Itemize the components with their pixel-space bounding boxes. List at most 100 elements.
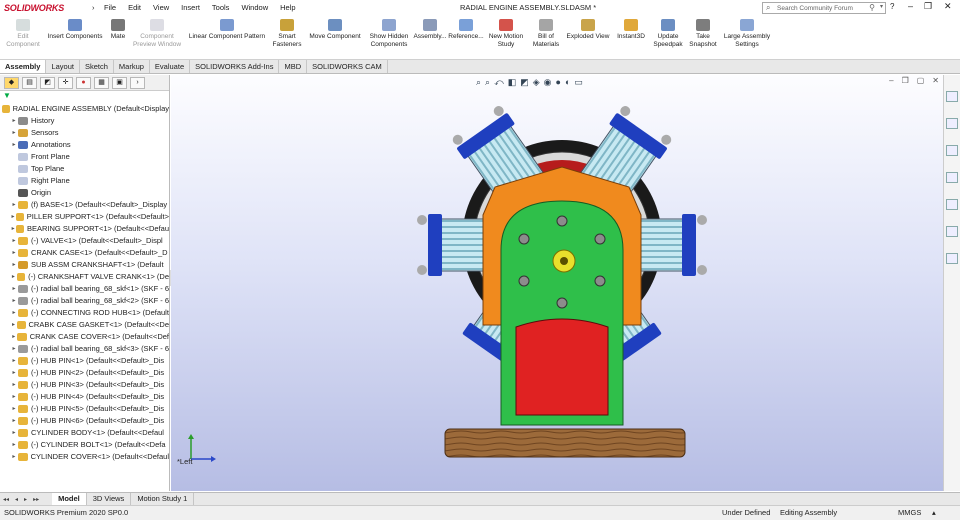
scroll-last-icon[interactable]: ▸▸ [30, 496, 42, 503]
bill-of-materials-button[interactable]: Bill of Materials [528, 18, 564, 49]
chevron-down-icon[interactable]: ▾ [880, 3, 883, 10]
scroll-next-icon[interactable]: ▸ [21, 496, 30, 503]
view-palette-icon[interactable] [946, 172, 958, 183]
cam-tree-tab-icon[interactable]: ▣ [112, 76, 127, 89]
design-library-icon[interactable] [946, 118, 958, 129]
file-explorer-icon[interactable] [946, 145, 958, 156]
edit-component-button[interactable]: Edit Component [4, 18, 42, 49]
show-hidden-components-button[interactable]: Show Hidden Components [366, 18, 412, 49]
tree-item[interactable]: ▸ (-) radial ball bearing_68_skf<1> (SKF … [2, 283, 169, 295]
tab-markup[interactable]: Markup [114, 60, 150, 73]
update-speedpak-button[interactable]: Update Speedpak [650, 18, 686, 49]
linear-component-pattern-button[interactable]: Linear Component Pattern [184, 18, 270, 41]
expand-arrow-icon[interactable]: ▸ [10, 259, 18, 271]
tree-item[interactable]: ▸ (-) HUB PIN<1> (Default<<Default>_Dis [2, 355, 169, 367]
component-preview-window-button[interactable]: Component Preview Window [130, 18, 184, 49]
tree-item[interactable]: ▸ (-) VALVE<1> (Default<<Default>_Displ [2, 235, 169, 247]
tree-item[interactable]: Top Plane [2, 163, 169, 175]
tree-item[interactable]: ▸ (-) HUB PIN<6> (Default<<Default>_Dis [2, 415, 169, 427]
tree-item[interactable]: ▸ (-) CYLINDER BOLT<1> (Default<<Defa [2, 439, 169, 451]
tree-item[interactable]: ▸ History [2, 115, 169, 127]
tree-item[interactable]: ▸ CYLINDER COVER<1> (Default<<Defaul [2, 451, 169, 463]
tab-evaluate[interactable]: Evaluate [150, 60, 191, 73]
tree-item[interactable]: Right Plane [2, 175, 169, 187]
new-motion-study-button[interactable]: New Motion Study [485, 18, 527, 49]
expand-arrow-icon[interactable]: ▸ [10, 283, 18, 295]
solidworks-resources-icon[interactable] [946, 91, 958, 102]
expand-arrow-icon[interactable]: ▸ [10, 379, 18, 391]
expand-arrow-icon[interactable]: ▸ [10, 235, 18, 247]
minimize-icon[interactable]: – [908, 1, 913, 11]
large-assembly-settings-button[interactable]: Large Assembly Settings [720, 18, 774, 49]
tree-item[interactable]: ▸ (-) CRANKSHAFT VALVE CRANK<1> (De [2, 271, 169, 283]
tree-item[interactable]: ▸ (-) radial ball bearing_68_skf<2> (SKF … [2, 295, 169, 307]
tree-item[interactable]: ▸ Sensors [2, 127, 169, 139]
tree-item[interactable]: Origin [2, 187, 169, 199]
configuration-manager-tab-icon[interactable]: ◩ [40, 76, 55, 89]
close-icon[interactable]: ✕ [944, 1, 952, 12]
tab-cam[interactable]: SOLIDWORKS CAM [307, 60, 388, 73]
expand-panel-icon[interactable]: › [130, 76, 145, 89]
menu-help[interactable]: Help [274, 0, 301, 16]
expand-arrow-icon[interactable]: ▸ [10, 391, 18, 403]
help-icon[interactable]: ? [890, 2, 894, 11]
menu-edit[interactable]: Edit [122, 0, 147, 16]
reference-geometry-button[interactable]: Reference... [447, 18, 485, 41]
menu-insert[interactable]: Insert [175, 0, 206, 16]
tree-item[interactable]: ▸ (-) HUB PIN<3> (Default<<Default>_Dis [2, 379, 169, 391]
expand-arrow-icon[interactable]: ▸ [10, 331, 17, 343]
smart-fasteners-button[interactable]: Smart Fasteners [270, 18, 304, 49]
expand-arrow-icon[interactable]: ▸ [10, 355, 18, 367]
tree-item[interactable]: ▸ BEARING SUPPORT<1> (Default<<Defau [2, 223, 169, 235]
menu-window[interactable]: Window [235, 0, 274, 16]
expand-arrow-icon[interactable]: ▸ [10, 415, 18, 427]
forum-icon[interactable] [946, 253, 958, 264]
instant3d-button[interactable]: Instant3D [614, 18, 648, 41]
search-input[interactable]: ⌕ Search Community Forum ⚲ ▾ [762, 2, 886, 14]
tab-assembly[interactable]: Assembly [0, 60, 47, 73]
expand-arrow-icon[interactable]: ▸ [10, 403, 18, 415]
expand-arrow-icon[interactable]: ▸ [10, 319, 17, 331]
tree-item[interactable]: ▸ (-) CONNECTING ROD HUB<1> (Default [2, 307, 169, 319]
tree-root[interactable]: RADIAL ENGINE ASSEMBLY (Default<Display [2, 103, 169, 115]
tree-item[interactable]: ▸ (-) radial ball bearing_68_skf<3> (SKF … [2, 343, 169, 355]
tab-layout[interactable]: Layout [46, 60, 80, 73]
tree-item[interactable]: ▸ SUB ASSM CRANKSHAFT<1> (Default [2, 259, 169, 271]
pin-icon[interactable]: › [86, 0, 98, 16]
scroll-prev-icon[interactable]: ◂ [12, 496, 21, 503]
restore-icon[interactable]: ❐ [924, 1, 932, 12]
expand-arrow-icon[interactable]: ▸ [10, 139, 18, 151]
take-snapshot-button[interactable]: Take Snapshot [686, 18, 720, 49]
tree-item[interactable]: ▸ CRANK CASE<1> (Default<<Default>_D [2, 247, 169, 259]
tab-motion-study[interactable]: Motion Study 1 [131, 493, 195, 505]
expand-arrow-icon[interactable]: ▸ [10, 199, 18, 211]
menu-file[interactable]: File [98, 0, 122, 16]
expand-arrow-icon[interactable]: ▸ [10, 115, 18, 127]
tree-item[interactable]: Front Plane [2, 151, 169, 163]
assembly-features-button[interactable]: Assembly... [413, 18, 447, 41]
filter-icon[interactable]: ▼ [0, 91, 169, 103]
menu-tools[interactable]: Tools [206, 0, 236, 16]
exploded-view-button[interactable]: Exploded View [564, 18, 612, 41]
menu-view[interactable]: View [147, 0, 175, 16]
tab-mbd[interactable]: MBD [279, 60, 308, 73]
expand-arrow-icon[interactable]: ▸ [10, 451, 18, 463]
expand-arrow-icon[interactable]: ▸ [10, 343, 18, 355]
expand-arrow-icon[interactable]: ▸ [10, 247, 18, 259]
cam-tab-icon[interactable]: ▦ [94, 76, 109, 89]
expand-arrow-icon[interactable]: ▸ [10, 427, 18, 439]
expand-arrow-icon[interactable]: ▸ [10, 127, 18, 139]
property-manager-tab-icon[interactable]: ▤ [22, 76, 37, 89]
tree-item[interactable]: ▸ CRANK CASE COVER<1> (Default<<Def [2, 331, 169, 343]
expand-arrow-icon[interactable]: ▸ [10, 439, 18, 451]
solidworks-logo[interactable]: SOLIDWORKS [0, 3, 86, 13]
expand-arrow-icon[interactable]: ▸ [10, 295, 18, 307]
status-units[interactable]: MMGS [898, 506, 921, 520]
tree-item[interactable]: ▸ CRABK CASE GASKET<1> (Default<<De [2, 319, 169, 331]
tab-model[interactable]: Model [52, 493, 87, 505]
mate-button[interactable]: Mate [106, 18, 130, 41]
insert-components-button[interactable]: Insert Components [44, 18, 106, 41]
tab-3d-views[interactable]: 3D Views [87, 493, 132, 505]
expand-arrow-icon[interactable]: ▸ [10, 367, 18, 379]
expand-arrow-icon[interactable]: ▸ [10, 307, 18, 319]
